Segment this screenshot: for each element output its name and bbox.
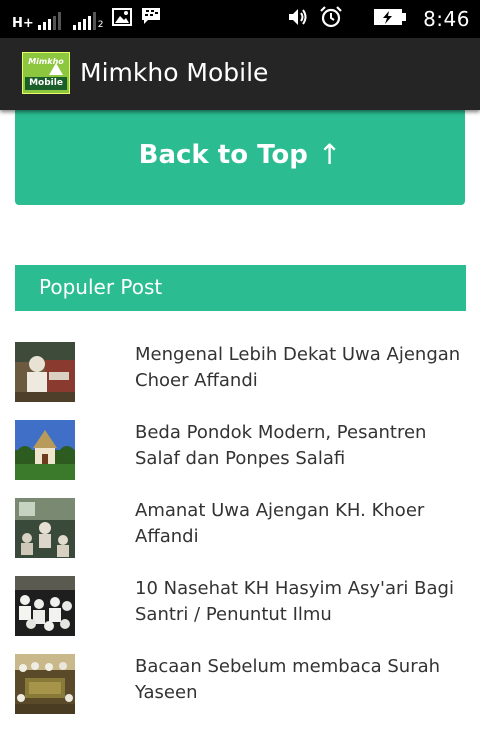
logo-mark-icon: [49, 63, 63, 75]
status-clock: 8:46: [423, 7, 470, 31]
signal-sim2-icon: [72, 12, 96, 30]
bbm-notification-icon: [140, 6, 162, 30]
status-left: H+ 2: [12, 6, 162, 30]
status-right: 8:46: [287, 5, 470, 33]
back-to-top-button[interactable]: Back to Top ↑: [15, 104, 465, 205]
battery-charging-icon: [373, 8, 407, 30]
popular-posts-heading: Populer Post: [39, 275, 163, 299]
popular-post-list: Mengenal Lebih Dekat Uwa Ajengan Choer A…: [0, 340, 480, 730]
post-title[interactable]: Beda Pondok Modern, Pesantren Salaf dan …: [135, 420, 465, 472]
volume-icon: [287, 6, 309, 32]
status-bar: H+ 2 8:46: [0, 0, 480, 38]
alarm-icon: [319, 5, 343, 33]
popular-post-item[interactable]: Bacaan Sebelum membaca Surah Yaseen: [0, 652, 480, 730]
post-title[interactable]: Mengenal Lebih Dekat Uwa Ajengan Choer A…: [135, 342, 465, 394]
arrow-up-icon: ↑: [317, 138, 342, 171]
app-title: Mimkho Mobile: [80, 58, 269, 87]
post-thumbnail[interactable]: [15, 342, 75, 402]
post-thumbnail[interactable]: [15, 576, 75, 636]
post-thumbnail[interactable]: [15, 420, 75, 480]
popular-post-item[interactable]: 10 Nasehat KH Hasyim Asy'ari Bagi Santri…: [0, 574, 480, 652]
app-bar: Mimkho Mobile Mimkho Mobile: [0, 38, 480, 110]
app-logo[interactable]: Mimkho Mobile: [22, 52, 70, 94]
popular-post-item[interactable]: Mengenal Lebih Dekat Uwa Ajengan Choer A…: [0, 340, 480, 418]
popular-posts-header: Populer Post: [15, 265, 466, 311]
popular-post-item[interactable]: Beda Pondok Modern, Pesantren Salaf dan …: [0, 418, 480, 496]
popular-post-item[interactable]: Amanat Uwa Ajengan KH. Khoer Affandi: [0, 496, 480, 574]
image-notification-icon: [111, 8, 132, 30]
signal-icon: [37, 12, 61, 30]
sim-number: 2: [97, 20, 104, 30]
post-thumbnail[interactable]: [15, 498, 75, 558]
back-to-top-label: Back to Top: [138, 139, 308, 170]
post-title[interactable]: Bacaan Sebelum membaca Surah Yaseen: [135, 654, 465, 706]
post-title[interactable]: Amanat Uwa Ajengan KH. Khoer Affandi: [135, 498, 465, 550]
post-title[interactable]: 10 Nasehat KH Hasyim Asy'ari Bagi Santri…: [135, 576, 465, 628]
post-thumbnail[interactable]: [15, 654, 75, 714]
logo-bottom-text: Mobile: [25, 77, 67, 90]
network-type: H+: [12, 16, 34, 31]
